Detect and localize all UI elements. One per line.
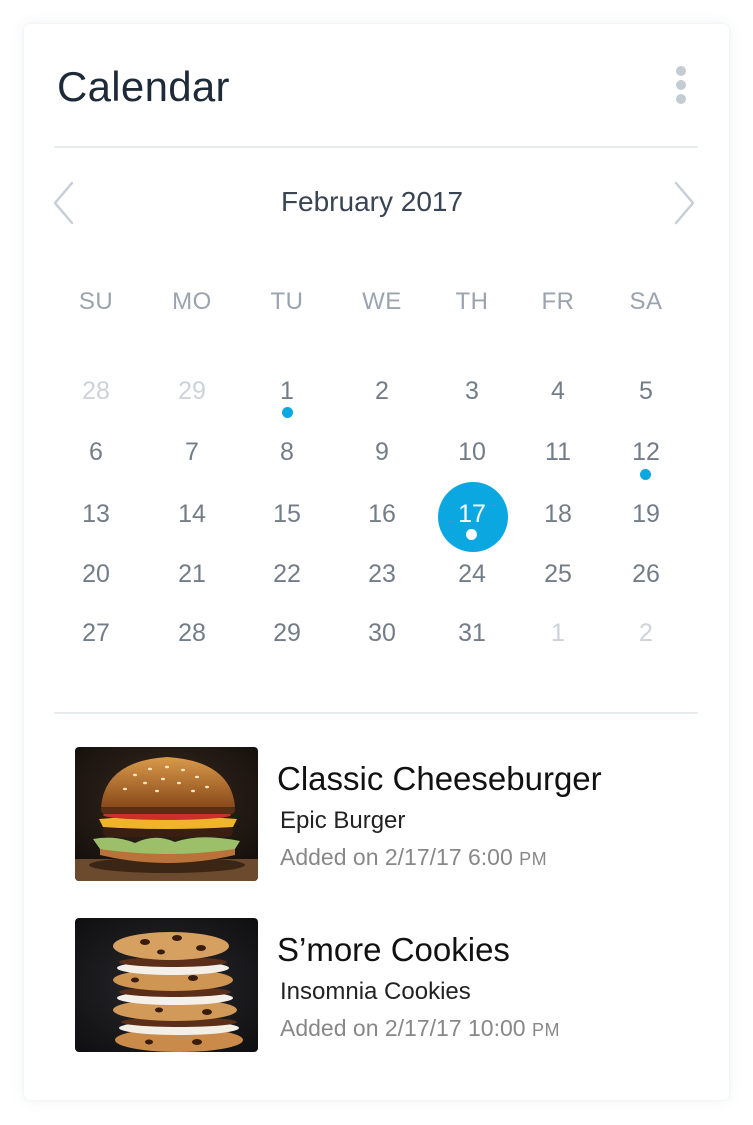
weekday-label: SU — [78, 288, 114, 315]
calendar-day[interactable]: 24 — [442, 554, 502, 594]
event-place: Epic Burger — [280, 807, 406, 834]
calendar-day[interactable]: 19 — [616, 494, 676, 534]
calendar-day[interactable]: 4 — [528, 371, 588, 411]
calendar-day[interactable]: 22 — [257, 554, 317, 594]
event-indicator-dot — [466, 529, 477, 540]
event-indicator-dot — [640, 469, 651, 480]
event-list-item[interactable]: Classic Cheeseburger Epic Burger Added o… — [75, 747, 695, 881]
calendar-day[interactable]: 28 — [162, 613, 222, 653]
event-added-ampm: PM — [519, 849, 548, 869]
calendar-day[interactable]: 9 — [352, 432, 412, 472]
calendar-day[interactable]: 8 — [257, 432, 317, 472]
event-added-time: Added on 2/17/17 6:00 PM — [280, 841, 547, 875]
calendar-day[interactable]: 2 — [352, 371, 412, 411]
calendar-day[interactable]: 12 — [616, 432, 676, 472]
weekday-label: FR — [541, 288, 575, 315]
calendar-day[interactable]: 18 — [528, 494, 588, 534]
calendar-divider — [54, 712, 698, 714]
calendar-day[interactable]: 13 — [66, 494, 126, 534]
calendar-day[interactable]: 7 — [162, 432, 222, 472]
weekday-label: TH — [455, 288, 489, 315]
calendar-day[interactable]: 23 — [352, 554, 412, 594]
calendar-week: 6 7 8 9 10 11 12 — [0, 432, 753, 472]
event-indicator-dot — [282, 407, 293, 418]
calendar-day[interactable]: 5 — [616, 371, 676, 411]
weekday-label: SA — [629, 288, 663, 315]
calendar-day[interactable]: 26 — [616, 554, 676, 594]
calendar-day[interactable]: 10 — [442, 432, 502, 472]
calendar-day[interactable]: 14 — [162, 494, 222, 534]
calendar-week: 27 28 29 30 31 1 2 — [0, 613, 753, 653]
header-divider — [54, 146, 698, 148]
month-label: February 2017 — [280, 186, 464, 217]
calendar-day[interactable]: 3 — [442, 371, 502, 411]
prev-month-button[interactable] — [50, 180, 80, 226]
calendar-day[interactable]: 31 — [442, 613, 502, 653]
chevron-left-icon — [53, 181, 74, 225]
calendar-day[interactable]: 29 — [257, 613, 317, 653]
calendar-day[interactable]: 6 — [66, 432, 126, 472]
event-added-ampm: PM — [531, 1020, 560, 1040]
weekday-label: WE — [362, 288, 402, 315]
calendar-day-selected[interactable]: 17 — [442, 494, 502, 534]
event-place: Insomnia Cookies — [280, 978, 471, 1005]
page-title: Calendar — [57, 63, 230, 110]
calendar-day[interactable]: 20 — [66, 554, 126, 594]
calendar-day[interactable]: 1 — [528, 613, 588, 653]
calendar-day[interactable]: 11 — [528, 432, 588, 472]
cookies-photo — [75, 918, 258, 1052]
calendar-day[interactable]: 27 — [66, 613, 126, 653]
more-vertical-icon[interactable] — [668, 62, 694, 108]
calendar-week: 13 14 15 16 17 18 19 — [0, 494, 753, 534]
calendar-week: 28 29 1 2 3 4 5 — [0, 371, 753, 411]
weekday-label: TU — [270, 288, 304, 315]
burger-photo — [75, 747, 258, 881]
calendar-day[interactable]: 29 — [162, 371, 222, 411]
calendar-day[interactable]: 30 — [352, 613, 412, 653]
weekday-label: MO — [172, 288, 212, 315]
event-added-text: Added on 2/17/17 10:00 — [280, 1015, 526, 1041]
calendar-day[interactable]: 15 — [257, 494, 317, 534]
event-title: Classic Cheeseburger — [277, 760, 602, 797]
calendar-day[interactable]: 25 — [528, 554, 588, 594]
calendar-day[interactable]: 1 — [257, 371, 317, 411]
calendar-week: 20 21 22 23 24 25 26 — [0, 554, 753, 594]
event-added-time: Added on 2/17/17 10:00 PM — [280, 1012, 560, 1046]
calendar-day[interactable]: 21 — [162, 554, 222, 594]
next-month-button[interactable] — [668, 180, 698, 226]
weekday-header: SU MO TU WE TH FR SA — [0, 282, 753, 322]
calendar-day[interactable]: 28 — [66, 371, 126, 411]
event-list-item[interactable]: S’more Cookies Insomnia Cookies Added on… — [75, 918, 695, 1052]
chevron-right-icon — [674, 181, 695, 225]
event-title: S’more Cookies — [277, 931, 510, 968]
calendar-day[interactable]: 16 — [352, 494, 412, 534]
calendar-day[interactable]: 2 — [616, 613, 676, 653]
event-added-text: Added on 2/17/17 6:00 — [280, 844, 513, 870]
